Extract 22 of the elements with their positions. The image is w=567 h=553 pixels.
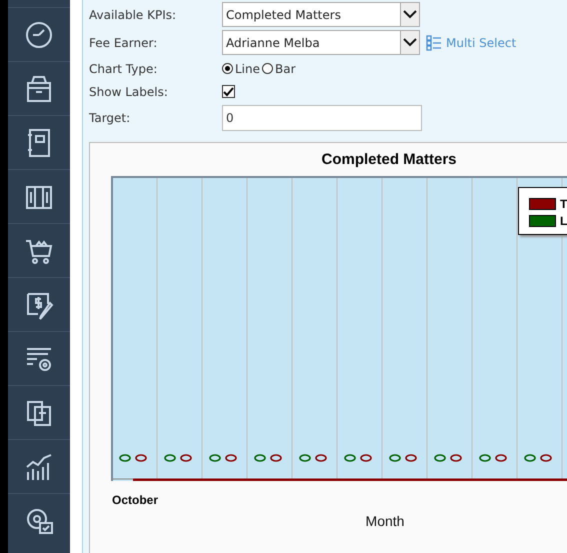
field-label: Chart Type:	[89, 62, 158, 76]
chart-title: Completed Matters	[320, 151, 458, 168]
checkbox[interactable]	[222, 85, 235, 98]
chart-icon[interactable]	[24, 452, 54, 482]
legend-label: L	[560, 214, 567, 228]
x-axis-label: October	[112, 493, 158, 507]
field-label: Show Labels:	[89, 84, 169, 98]
dropdown-field[interactable]: Completed Matters	[222, 2, 420, 27]
radio-option[interactable]: Line	[222, 62, 260, 76]
field-label: Available KPIs:	[89, 8, 178, 22]
field-label: Fee Earner:	[89, 36, 158, 50]
radio-option[interactable]: Bar	[262, 62, 296, 76]
field-label: Target:	[89, 111, 132, 125]
chevron-icon	[403, 10, 417, 19]
clock-icon[interactable]	[24, 20, 54, 50]
dropdown-field[interactable]: Adrianne Melba	[222, 30, 420, 55]
box-icon[interactable]	[24, 74, 54, 104]
checklist-icon	[426, 34, 442, 50]
input-field[interactable]: 0	[222, 105, 422, 131]
chevron-icon	[403, 38, 417, 47]
legend-label: T	[560, 196, 567, 210]
x-axis-title: Month	[366, 513, 404, 529]
